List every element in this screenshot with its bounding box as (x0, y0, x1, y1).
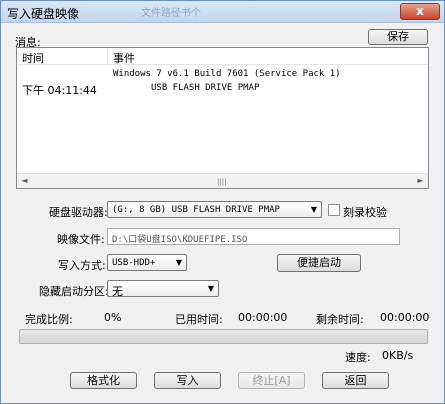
message-list[interactable]: 时间 事件 Windows 7 v6.1 Build 7601 (Service… (16, 47, 429, 189)
drive-select[interactable]: (G:, 8 GB) USB FLASH DRIVE PMAP ▼ (107, 201, 322, 218)
stop-button[interactable]: 终止[A] (238, 372, 305, 389)
verify-checkbox[interactable] (328, 204, 340, 216)
complete-ratio-value: 0% (104, 311, 122, 324)
format-button[interactable]: 格式化 (70, 372, 137, 389)
hidden-partition-select[interactable]: 无 ▼ (107, 280, 219, 298)
speed-label: 速度: (345, 351, 371, 364)
drive-label: 硬盘驱动器: (49, 206, 108, 219)
title-bar[interactable]: 写入硬盘映像 文件路径书个 x (1, 1, 444, 23)
column-header-time[interactable]: 时间 (22, 50, 44, 66)
chevron-down-icon: ▼ (207, 284, 214, 293)
drive-select-value: (G:, 8 GB) USB FLASH DRIVE PMAP (112, 205, 280, 215)
column-separator[interactable] (107, 48, 108, 65)
message-list-header: 时间 事件 (17, 48, 428, 65)
row-event: Windows 7 v6.1 Build 7601 (Service Pack … (113, 69, 341, 79)
save-button[interactable]: 保存 (368, 29, 428, 45)
progress-bar (19, 329, 428, 344)
image-file-label: 映像文件: (57, 233, 105, 246)
image-file-field[interactable]: D:\口袋U盘ISO\KDUEFIPE.ISO (107, 228, 400, 245)
window-title: 写入硬盘映像 (7, 7, 80, 21)
back-button[interactable]: 返回 (322, 372, 389, 389)
elapsed-time-label: 已用时间: (175, 313, 223, 326)
speed-value: 0KB/s (382, 349, 414, 362)
elapsed-time-value: 00:00:00 (238, 311, 288, 324)
chevron-down-icon: ▼ (175, 258, 182, 267)
hidden-partition-value: 无 (112, 285, 123, 298)
chevron-down-icon: ▼ (310, 205, 317, 214)
close-button[interactable]: x (400, 3, 440, 20)
background-window-title: 文件路径书个 (141, 8, 201, 19)
row-time: 下午 04:11:44 (22, 84, 97, 97)
remaining-time-value: 00:00:00 (380, 311, 430, 324)
write-method-value: USB-HDD+ (112, 258, 156, 268)
verify-label[interactable]: 刻录校验 (343, 204, 387, 220)
column-header-event[interactable]: 事件 (113, 50, 135, 66)
write-method-select[interactable]: USB-HDD+ ▼ (107, 254, 187, 271)
scroll-left-icon[interactable]: ◄ (17, 175, 32, 187)
write-button[interactable]: 写入 (154, 372, 221, 389)
scroll-right-icon[interactable]: ► (413, 175, 428, 187)
horizontal-scrollbar[interactable]: ◄ |||| ► (17, 173, 428, 188)
quick-boot-button[interactable]: 便捷启动 (277, 254, 361, 272)
complete-ratio-label: 完成比例: (25, 313, 73, 326)
hidden-partition-label: 隐藏启动分区: (39, 285, 109, 298)
write-disk-image-window: 写入硬盘映像 文件路径书个 x 消息: 保存 时间 事件 Windows 7 v… (0, 0, 445, 404)
image-file-path: D:\口袋U盘ISO\KDUEFIPE.ISO (112, 235, 248, 245)
row-event: USB FLASH DRIVE PMAP (151, 83, 260, 93)
remaining-time-label: 剩余时间: (316, 313, 364, 326)
write-method-label: 写入方式: (58, 259, 106, 272)
scroll-thumb-grip-icon[interactable]: |||| (217, 178, 226, 186)
